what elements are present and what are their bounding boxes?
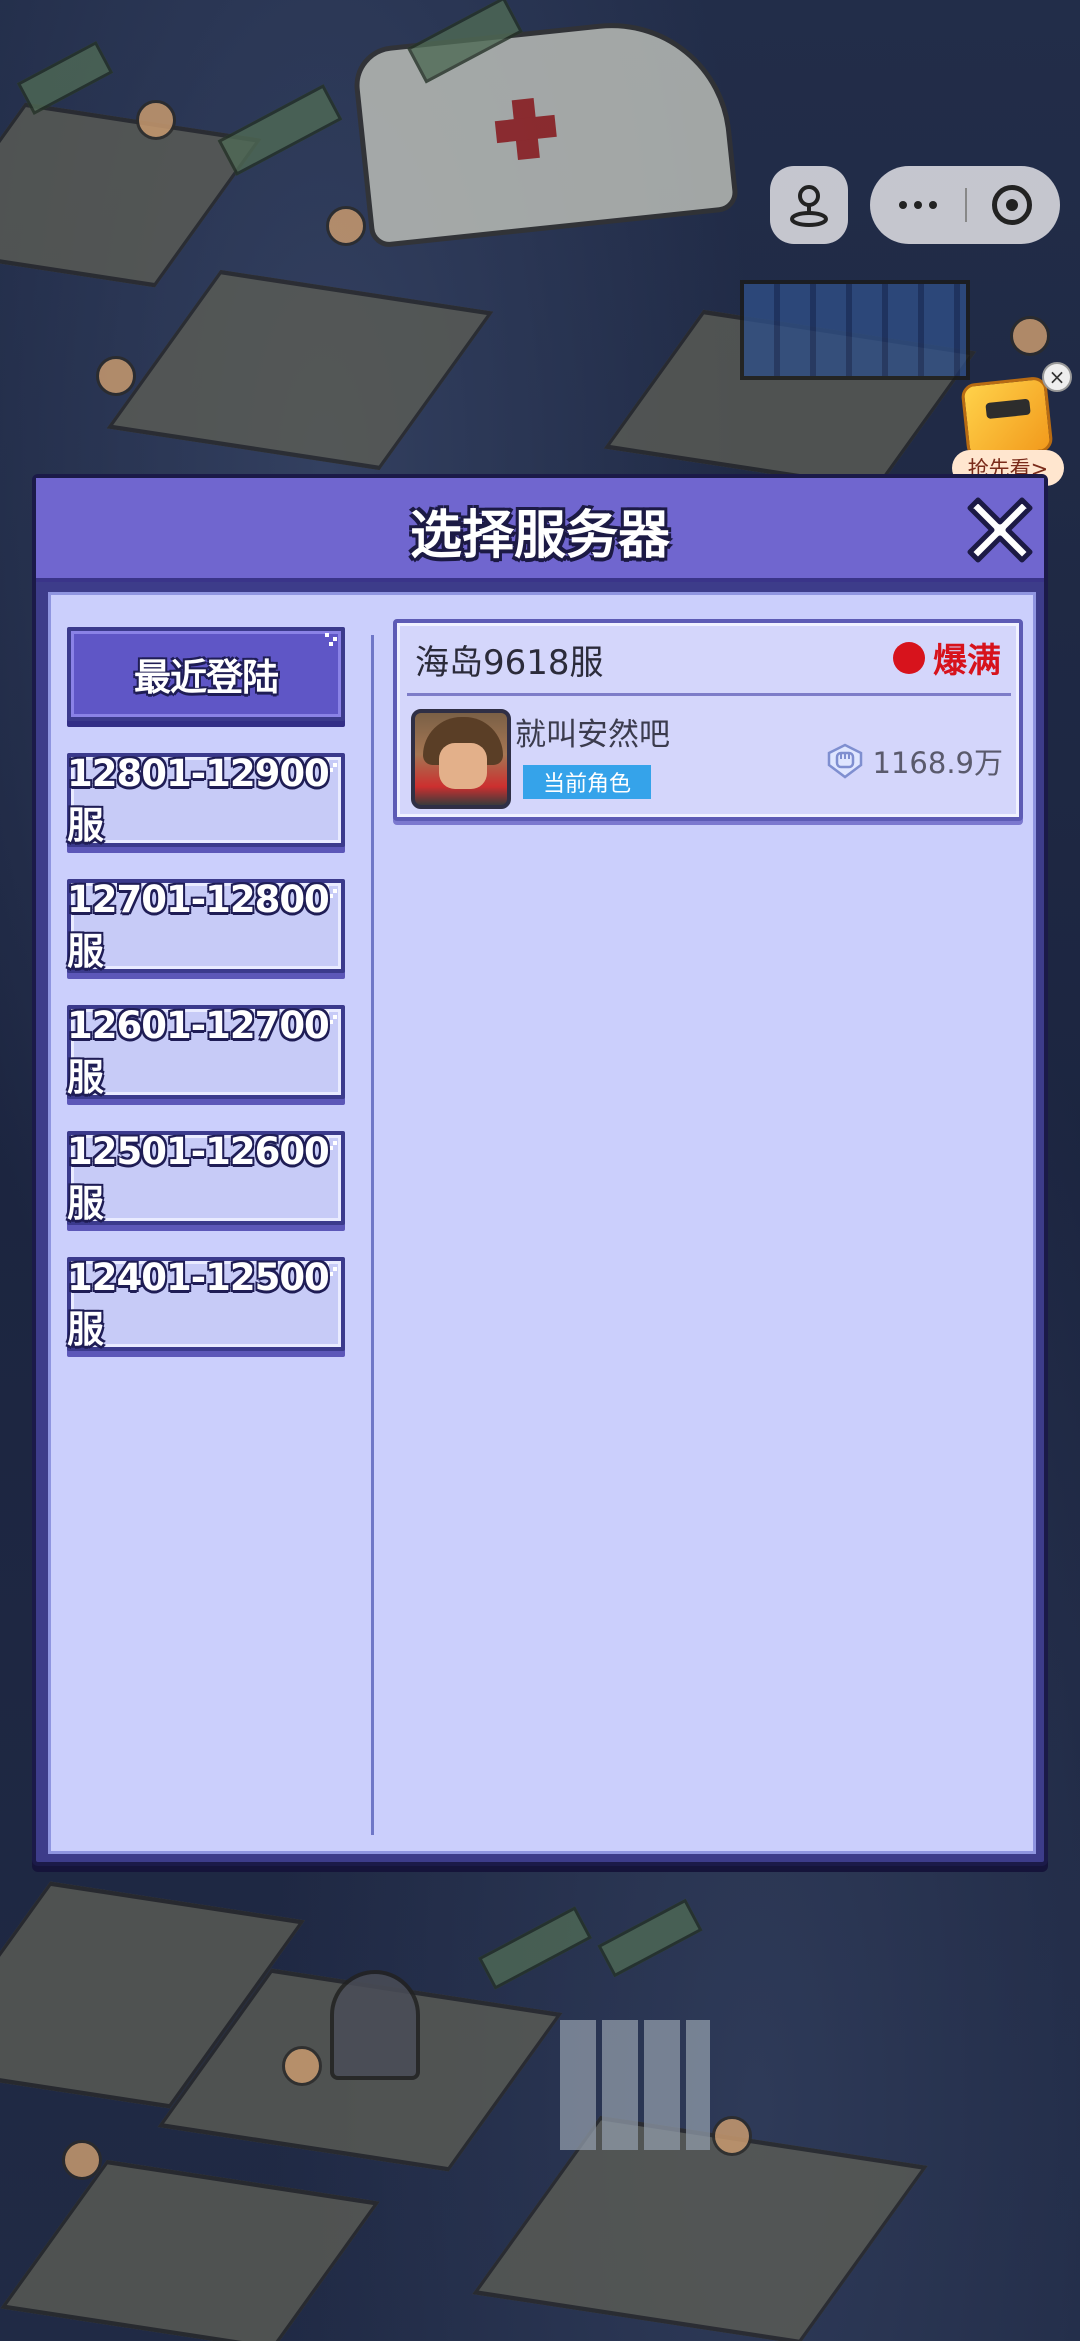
range-tab-label: 12801-12900服: [67, 751, 330, 847]
server-name: 海岛9618服: [415, 643, 604, 683]
npc: [1010, 316, 1050, 356]
dialog-title: 选择服务器: [409, 505, 670, 566]
status-label: 爆满: [933, 641, 1001, 681]
barrels: [740, 280, 970, 380]
range-tab-12501[interactable]: 12501-12600服: [67, 1129, 345, 1225]
range-tab-12401[interactable]: 12401-12500服: [67, 1255, 345, 1351]
range-tab-12601[interactable]: 12601-12700服: [67, 1003, 345, 1099]
range-tab-label: 12501-12600服: [67, 1129, 330, 1225]
card-divider: [407, 693, 1011, 696]
npc: [282, 2046, 322, 2086]
plank: [597, 1898, 703, 1978]
range-tab-label: 12401-12500服: [67, 1255, 330, 1351]
range-tab-12701[interactable]: 12701-12800服: [67, 877, 345, 973]
range-tab-label: 最近登陆: [134, 656, 279, 699]
server-card[interactable]: 海岛9618服 爆满 就叫安然吧 当前角色 1168.9万: [393, 619, 1023, 821]
target-circle-icon[interactable]: [992, 185, 1032, 225]
range-tab-label: 12601-12700服: [67, 1003, 330, 1099]
raft: [106, 269, 494, 471]
water-tank: [330, 1970, 420, 2080]
close-small-icon[interactable]: ×: [1042, 362, 1072, 392]
range-tab-recent[interactable]: 最近登陆: [67, 627, 345, 721]
more-dots-icon[interactable]: [890, 186, 946, 224]
avatar: [411, 709, 511, 809]
npc: [96, 356, 136, 396]
joystick-icon: [790, 185, 828, 227]
raft: [0, 102, 262, 288]
fist-icon: [827, 743, 862, 779]
npc: [712, 2116, 752, 2156]
server-select-dialog: 选择服务器 最近登陆 12801-12900服 12701-12800服 126…: [32, 474, 1048, 1866]
plank: [477, 1906, 593, 1990]
capsule-menu: [870, 166, 1060, 244]
combat-power-value: 1168.9万: [872, 746, 1003, 780]
npc: [62, 2140, 102, 2180]
joystick-button[interactable]: [770, 166, 848, 244]
npc: [136, 100, 176, 140]
plank: [16, 40, 114, 116]
promo-widget[interactable]: 抢先看>: [952, 375, 1064, 486]
range-tab-12801[interactable]: 12801-12900服: [67, 751, 345, 847]
promo-image: [960, 375, 1054, 461]
dialog-body: 最近登陆 12801-12900服 12701-12800服 12601-127…: [48, 592, 1036, 1854]
status-dot-icon: [893, 641, 925, 674]
close-button[interactable]: [964, 494, 1036, 566]
column-divider: [371, 635, 374, 1835]
plank: [217, 84, 343, 176]
combat-power: 1168.9万: [823, 739, 1003, 783]
server-range-list: 最近登陆 12801-12900服 12701-12800服 12601-127…: [51, 595, 369, 1851]
fish-rack: [560, 2020, 710, 2150]
current-role-badge: 当前角色: [523, 765, 651, 799]
server-status: 爆满: [893, 633, 1001, 682]
range-tab-label: 12701-12800服: [67, 877, 330, 973]
character-name: 就叫安然吧: [515, 717, 670, 753]
raft: [0, 2159, 380, 2341]
npc: [326, 206, 366, 246]
close-x-icon: [967, 497, 1033, 563]
